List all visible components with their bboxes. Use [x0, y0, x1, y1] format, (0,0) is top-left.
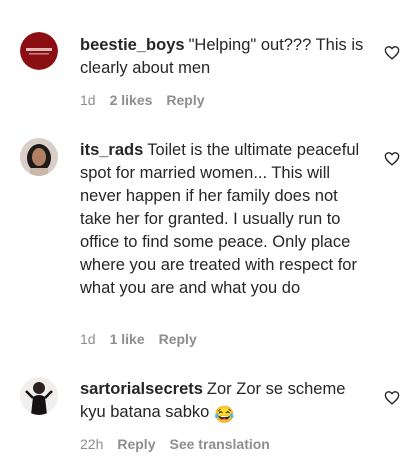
- profile-photo-avatar-icon: [20, 138, 58, 176]
- comment-body: Toilet is the ultimate peaceful spot for…: [80, 141, 360, 297]
- comment-meta: 22h Reply See translation: [80, 435, 284, 453]
- avatar[interactable]: [20, 32, 58, 70]
- likes-count[interactable]: 1 like: [110, 331, 145, 347]
- timestamp: 1d: [80, 331, 96, 347]
- red-badge-avatar-icon: [20, 32, 58, 70]
- reply-button[interactable]: Reply: [166, 92, 204, 108]
- comment-text: beestie_boys "Helping" out??? This is cle…: [80, 34, 365, 80]
- username[interactable]: sartorialsecrets: [80, 380, 203, 398]
- heart-outline-icon[interactable]: [384, 390, 400, 405]
- timestamp: 1d: [80, 92, 96, 108]
- comment-meta: 1d 2 likes Reply: [80, 91, 219, 109]
- avatar[interactable]: [20, 138, 58, 176]
- comment-text: its_rads Toilet is the ultimate peaceful …: [80, 139, 365, 300]
- tears-of-joy-emoji-icon: 😂: [213, 406, 235, 424]
- username[interactable]: its_rads: [80, 141, 143, 159]
- profile-photo-avatar-icon: [20, 377, 58, 415]
- likes-count[interactable]: 2 likes: [110, 92, 153, 108]
- heart-outline-icon[interactable]: [384, 151, 400, 166]
- comment-text: sartorialsecrets Zor Zor se scheme kyu ba…: [80, 378, 365, 427]
- reply-button[interactable]: Reply: [117, 436, 155, 452]
- comment-meta: 1d 1 like Reply: [80, 330, 211, 348]
- reply-button[interactable]: Reply: [159, 331, 197, 347]
- heart-outline-icon[interactable]: [384, 45, 400, 60]
- timestamp: 22h: [80, 436, 104, 452]
- username[interactable]: beestie_boys: [80, 36, 185, 54]
- avatar[interactable]: [20, 377, 58, 415]
- see-translation-link[interactable]: See translation: [169, 436, 269, 452]
